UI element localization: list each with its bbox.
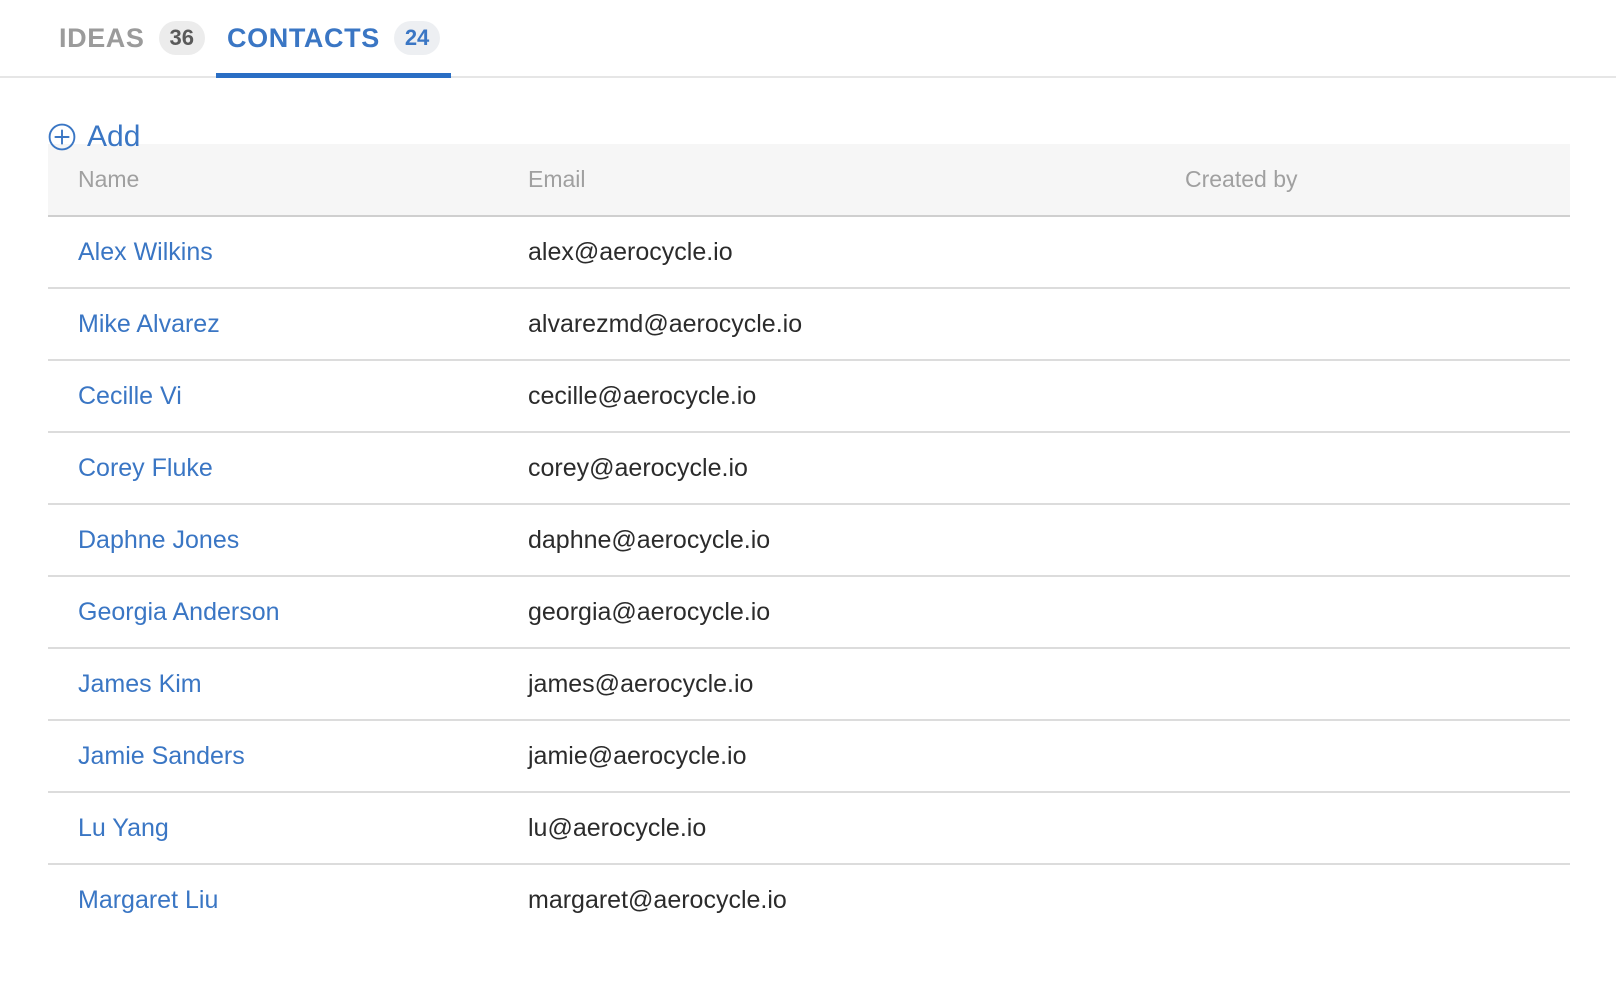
column-header-email-label: Email [498, 166, 1155, 193]
contact-name-link[interactable]: Daphne Jones [78, 526, 239, 554]
table-row[interactable]: Cecille Vi cecille@aerocycle.io [48, 360, 1570, 432]
cell-email: corey@aerocycle.io [498, 432, 1155, 504]
cell-email: james@aerocycle.io [498, 648, 1155, 720]
add-contact-label: Add [87, 122, 140, 152]
table-row[interactable]: Corey Fluke corey@aerocycle.io [48, 432, 1570, 504]
cell-created-by [1155, 720, 1570, 792]
tab-contacts-count-badge: 24 [394, 21, 440, 55]
contact-name-link[interactable]: Corey Fluke [78, 454, 213, 482]
cell-name: Margaret Liu [48, 864, 498, 935]
cell-created-by [1155, 216, 1570, 288]
cell-name: Cecille Vi [48, 360, 498, 432]
cell-email: alex@aerocycle.io [498, 216, 1155, 288]
tab-ideas-count-badge: 36 [159, 21, 205, 55]
contact-email-text: alvarezmd@aerocycle.io [498, 310, 1155, 339]
cell-name: James Kim [48, 648, 498, 720]
cell-email: alvarezmd@aerocycle.io [498, 288, 1155, 360]
cell-created-by [1155, 360, 1570, 432]
contact-name-link[interactable]: Georgia Anderson [78, 598, 280, 626]
column-header-created-by[interactable]: Created by [1155, 144, 1570, 216]
cell-name: Corey Fluke [48, 432, 498, 504]
contact-email-text: georgia@aerocycle.io [498, 598, 1155, 627]
contact-name-link[interactable]: Jamie Sanders [78, 742, 245, 770]
tab-bar: IDEAS 36 CONTACTS 24 [0, 0, 1616, 78]
cell-name: Mike Alvarez [48, 288, 498, 360]
active-tab-underline [216, 73, 451, 78]
contact-email-text: margaret@aerocycle.io [498, 886, 1155, 915]
add-contact-button[interactable]: Add [48, 122, 140, 152]
cell-name: Jamie Sanders [48, 720, 498, 792]
contact-email-text: cecille@aerocycle.io [498, 382, 1155, 411]
contact-email-text: lu@aerocycle.io [498, 814, 1155, 843]
tab-ideas-label: IDEAS [59, 23, 145, 54]
contact-name-link[interactable]: Mike Alvarez [78, 310, 220, 338]
cell-created-by [1155, 504, 1570, 576]
column-header-name-label: Name [48, 166, 498, 193]
cell-email: margaret@aerocycle.io [498, 864, 1155, 935]
table-row[interactable]: Margaret Liu margaret@aerocycle.io [48, 864, 1570, 935]
cell-email: daphne@aerocycle.io [498, 504, 1155, 576]
contact-name-link[interactable]: Lu Yang [78, 814, 169, 842]
cell-email: cecille@aerocycle.io [498, 360, 1155, 432]
table-row[interactable]: Georgia Anderson georgia@aerocycle.io [48, 576, 1570, 648]
contact-email-text: jamie@aerocycle.io [498, 742, 1155, 771]
table-row[interactable]: Mike Alvarez alvarezmd@aerocycle.io [48, 288, 1570, 360]
table-body: Alex Wilkins alex@aerocycle.io Mike Alvare… [48, 216, 1570, 935]
contact-name-link[interactable]: Cecille Vi [78, 382, 182, 410]
cell-created-by [1155, 864, 1570, 935]
contact-email-text: alex@aerocycle.io [498, 238, 1155, 267]
cell-email: jamie@aerocycle.io [498, 720, 1155, 792]
contact-name-link[interactable]: James Kim [78, 670, 202, 698]
cell-created-by [1155, 432, 1570, 504]
cell-created-by [1155, 288, 1570, 360]
toolbar: Add [0, 78, 1616, 144]
contact-email-text: james@aerocycle.io [498, 670, 1155, 699]
plus-circle-icon [48, 123, 76, 151]
table-row[interactable]: Alex Wilkins alex@aerocycle.io [48, 216, 1570, 288]
contact-name-link[interactable]: Margaret Liu [78, 886, 218, 914]
tab-contacts[interactable]: CONTACTS 24 [216, 0, 451, 76]
tab-ideas[interactable]: IDEAS 36 [48, 0, 216, 76]
cell-email: georgia@aerocycle.io [498, 576, 1155, 648]
contacts-table: Name Email Created by Alex Wilkins alex@a… [48, 144, 1570, 935]
cell-name: Alex Wilkins [48, 216, 498, 288]
table-row[interactable]: Jamie Sanders jamie@aerocycle.io [48, 720, 1570, 792]
contacts-table-container: Name Email Created by Alex Wilkins alex@a… [48, 144, 1570, 935]
cell-name: Daphne Jones [48, 504, 498, 576]
table-header: Name Email Created by [48, 144, 1570, 216]
contact-email-text: daphne@aerocycle.io [498, 526, 1155, 555]
table-row[interactable]: James Kim james@aerocycle.io [48, 648, 1570, 720]
table-row[interactable]: Daphne Jones daphne@aerocycle.io [48, 504, 1570, 576]
contact-email-text: corey@aerocycle.io [498, 454, 1155, 483]
cell-name: Georgia Anderson [48, 576, 498, 648]
cell-name: Lu Yang [48, 792, 498, 864]
contact-name-link[interactable]: Alex Wilkins [78, 238, 213, 266]
column-header-created-by-label: Created by [1155, 166, 1570, 193]
tab-contacts-label: CONTACTS [227, 23, 380, 54]
cell-email: lu@aerocycle.io [498, 792, 1155, 864]
table-header-row: Name Email Created by [48, 144, 1570, 216]
column-header-email[interactable]: Email [498, 144, 1155, 216]
cell-created-by [1155, 648, 1570, 720]
table-row[interactable]: Lu Yang lu@aerocycle.io [48, 792, 1570, 864]
cell-created-by [1155, 576, 1570, 648]
cell-created-by [1155, 792, 1570, 864]
